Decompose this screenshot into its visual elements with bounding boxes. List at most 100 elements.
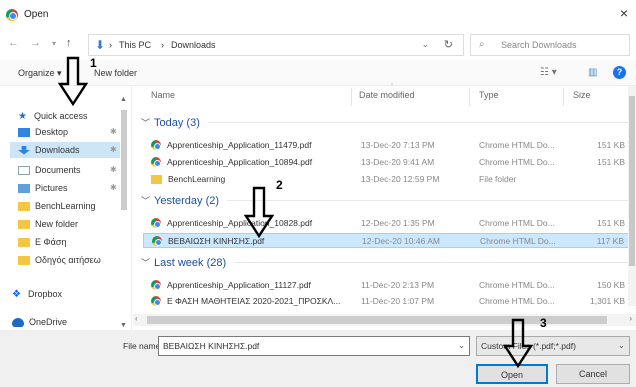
- chrome-pdf-icon: [152, 236, 162, 246]
- folder-icon: [18, 201, 30, 211]
- sidebar-item-label: Quick access: [34, 111, 88, 121]
- sidebar-item-label: Documents: [35, 165, 81, 175]
- sidebar-item-new-folder[interactable]: New folder: [18, 216, 78, 232]
- refresh-icon[interactable]: ↻: [444, 38, 453, 51]
- dropbox-icon: ❖: [12, 288, 21, 300]
- chrome-pdf-icon: [151, 296, 161, 306]
- annotation-number-2: 2: [276, 178, 283, 192]
- forward-arrow-icon[interactable]: →: [30, 37, 41, 49]
- breadcrumb-this-pc[interactable]: This PC: [119, 40, 151, 50]
- window-title: Open: [24, 9, 49, 20]
- file-type: Chrome HTML Do...: [479, 157, 555, 167]
- sidebar-item-odigos[interactable]: Οδηγός αιτήσεω: [18, 252, 118, 268]
- file-row[interactable]: Apprenticeship_Application_10894.pdf 13-…: [143, 155, 631, 170]
- file-row-selected[interactable]: ΒΕΒΑΙΩΣΗ ΚΙΝΗΣΗΣ.pdf 12-Dec-20 10:46 AM …: [143, 233, 631, 248]
- scroll-left-icon[interactable]: ‹: [135, 314, 138, 323]
- chevron-down-icon[interactable]: ⌄: [458, 341, 465, 350]
- file-row[interactable]: Apprenticeship_Application_11479.pdf 13-…: [143, 138, 631, 153]
- desktop-icon: [18, 127, 30, 137]
- file-name: Ε ΦΑΣΗ ΜΑΘΗΤΕΙΑΣ 2020-2021_ΠΡΟΣΚΛ...: [167, 296, 341, 306]
- column-header-type[interactable]: Type: [479, 90, 499, 100]
- group-header-last-week[interactable]: ﹀ Last week (28): [141, 256, 631, 269]
- group-divider: [207, 122, 631, 123]
- sidebar-item-benchlearning[interactable]: BenchLearning: [18, 198, 96, 214]
- scroll-up-icon[interactable]: ▲: [120, 96, 127, 103]
- preview-pane-icon[interactable]: ▥: [588, 67, 597, 78]
- chevron-down-icon[interactable]: ⌄: [421, 39, 429, 50]
- annotation-number-3: 3: [540, 316, 547, 330]
- address-bar[interactable]: ⬇ › This PC › Downloads ⌄ ↻: [88, 34, 464, 56]
- sidebar-item-e-fasi[interactable]: Ε Φάση: [18, 234, 66, 250]
- file-row[interactable]: Ε ΦΑΣΗ ΜΑΘΗΤΕΙΑΣ 2020-2021_ΠΡΟΣΚΛ... 11-…: [143, 294, 631, 309]
- cancel-button[interactable]: Cancel: [556, 364, 630, 384]
- title-bar: Open ×: [0, 0, 636, 30]
- view-options-icon[interactable]: ☷ ▾: [540, 67, 557, 78]
- column-divider[interactable]: [563, 88, 564, 106]
- file-name: Apprenticeship_Application_11127.pdf: [167, 280, 311, 290]
- file-type-select[interactable]: Custom Files (*.pdf;*.pdf): [476, 336, 630, 356]
- organize-button[interactable]: Organize ▾: [18, 68, 62, 79]
- group-header-today[interactable]: ﹀ Today (3): [141, 116, 631, 129]
- file-list-horizontal-scrollbar[interactable]: ‹ ›: [133, 314, 636, 326]
- file-type: Chrome HTML Do...: [480, 236, 556, 246]
- close-icon[interactable]: ×: [620, 5, 628, 21]
- file-name-input[interactable]: ΒΕΒΑΙΩΣΗ ΚΙΝΗΣΗΣ.pdf: [158, 336, 470, 356]
- sidebar-item-desktop[interactable]: Desktop: [18, 124, 68, 140]
- this-pc-icon: ⬇: [95, 38, 106, 52]
- sidebar-item-label: Desktop: [35, 127, 69, 137]
- file-date: 11-Dec-20 2:13 PM: [361, 280, 435, 290]
- column-header-name[interactable]: Name: [151, 90, 175, 100]
- recent-locations-icon[interactable]: ▾: [52, 39, 56, 48]
- column-divider[interactable]: [469, 88, 470, 106]
- sidebar-item-quick-access[interactable]: ★ Quick access: [18, 108, 88, 124]
- sidebar-item-label: New folder: [35, 219, 79, 229]
- folder-row[interactable]: BenchLearning 13-Dec-20 12:59 PM File fo…: [143, 172, 631, 187]
- annotation-arrow-3-icon: [503, 318, 533, 368]
- horizontal-scroll-thumb[interactable]: [147, 316, 607, 324]
- file-date: 12-Dec-20 1:35 PM: [361, 218, 435, 228]
- sidebar-item-documents[interactable]: Documents: [18, 162, 81, 178]
- group-header-yesterday[interactable]: ﹀ Yesterday (2): [141, 194, 631, 207]
- chevron-down-icon: ﹀: [141, 196, 151, 206]
- scroll-down-icon[interactable]: ▼: [120, 322, 127, 329]
- back-arrow-icon[interactable]: ←: [8, 37, 19, 49]
- sidebar-scrollbar[interactable]: ▲ ▼: [120, 96, 128, 329]
- sidebar-scroll-thumb[interactable]: [121, 110, 127, 210]
- column-divider[interactable]: [351, 88, 352, 106]
- search-placeholder: Search Downloads: [501, 40, 577, 50]
- pin-icon: ✱: [110, 127, 117, 136]
- group-divider: [234, 262, 631, 263]
- organize-label: Organize: [18, 68, 55, 78]
- file-list-vertical-scrollbar[interactable]: [628, 86, 636, 306]
- help-icon[interactable]: ?: [613, 66, 626, 79]
- sidebar-item-label: Dropbox: [28, 289, 63, 299]
- sidebar-item-dropbox[interactable]: ❖ Dropbox: [12, 286, 62, 302]
- chrome-pdf-icon: [151, 280, 161, 290]
- navigation-bar: ← → ▾ ↑ ⬇ › This PC › Downloads ⌄ ↻ ⌕ Se…: [0, 30, 636, 58]
- breadcrumb-downloads[interactable]: Downloads: [171, 40, 216, 50]
- sidebar-item-label: Οδηγός αιτήσεω: [35, 255, 101, 265]
- sidebar-item-onedrive[interactable]: OneDrive: [12, 314, 67, 330]
- sidebar-item-label: Pictures: [35, 183, 68, 193]
- file-date: 11-Dec-20 1:07 PM: [361, 296, 435, 306]
- file-row[interactable]: Apprenticeship_Application_10828.pdf 12-…: [143, 216, 631, 231]
- new-folder-button[interactable]: New folder: [94, 68, 137, 78]
- vertical-scroll-thumb[interactable]: [629, 96, 635, 266]
- sidebar-item-pictures[interactable]: Pictures: [18, 180, 68, 196]
- pin-icon: ✱: [110, 145, 117, 154]
- up-arrow-icon[interactable]: ↑: [66, 37, 72, 49]
- column-header-size[interactable]: Size: [573, 90, 591, 100]
- scroll-right-icon[interactable]: ›: [629, 314, 632, 323]
- search-input[interactable]: ⌕ Search Downloads: [470, 34, 630, 56]
- group-divider: [227, 200, 631, 201]
- chevron-down-icon[interactable]: ⌄: [618, 341, 625, 350]
- breadcrumb-separator: ›: [109, 40, 112, 50]
- star-icon: ★: [18, 110, 27, 122]
- dialog-footer: File name: ΒΕΒΑΙΩΣΗ ΚΙΝΗΣΗΣ.pdf ⌄ Custom…: [0, 330, 636, 387]
- column-header-date[interactable]: Date modified: [359, 90, 415, 100]
- sidebar-item-downloads[interactable]: Downloads: [10, 142, 120, 158]
- file-row[interactable]: Apprenticeship_Application_11127.pdf 11-…: [143, 278, 631, 293]
- file-size: 151 KB: [597, 157, 625, 167]
- sidebar-item-label: Ε Φάση: [35, 237, 67, 247]
- pictures-icon: [18, 183, 30, 193]
